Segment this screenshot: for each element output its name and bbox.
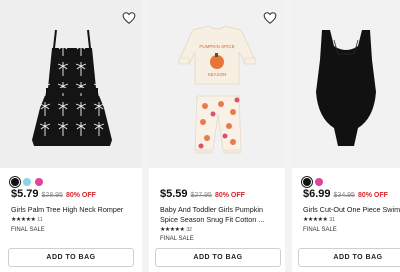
svg-text:SEASON: SEASON [208, 72, 227, 77]
price-row: $6.99 $34.95 80% OFF [303, 188, 388, 200]
heart-outline-icon[interactable] [263, 11, 277, 25]
product-card-palm-romper[interactable]: $5.79 $28.95 80% OFF Girls Palm Tree Hig… [0, 0, 142, 272]
review-count: 11 [37, 217, 43, 223]
product-card-pumpkin-pajamas[interactable]: PUMPKIN SPICE SEASON $5.59 $27.95 80% OF… [149, 0, 285, 272]
final-sale-label: FINAL SALE [160, 236, 194, 242]
swatch-pink[interactable] [315, 178, 323, 186]
swatch-black[interactable] [301, 176, 313, 188]
discount-label: 80% OFF [357, 192, 388, 199]
product-title[interactable]: Girls Palm Tree High Neck Romper [11, 205, 136, 215]
product-image-pajamas[interactable]: PUMPKIN SPICE SEASON [149, 0, 285, 168]
color-swatches [9, 176, 43, 188]
rating: ★★★★★ 31 [303, 216, 335, 223]
heart-outline-icon[interactable] [122, 11, 136, 25]
final-sale-label: FINAL SALE [11, 227, 45, 233]
product-title[interactable]: Girls Cut-Out One Piece Swimsuit [303, 205, 400, 215]
romper-illustration [32, 29, 112, 146]
original-price: $28.95 [41, 192, 63, 199]
product-image-swimsuit[interactable] [292, 0, 400, 168]
swatch-pink[interactable] [35, 178, 43, 186]
price-row: $5.79 $28.95 80% OFF [11, 188, 96, 200]
pajamas-illustration: PUMPKIN SPICE SEASON [178, 25, 256, 154]
discount-label: 80% OFF [214, 192, 245, 199]
review-count: 32 [186, 227, 192, 233]
star-rating-icon: ★★★★★ [303, 217, 328, 223]
sale-price: $5.59 [160, 188, 188, 200]
color-swatches [301, 176, 323, 188]
star-rating-icon: ★★★★★ [11, 217, 36, 223]
add-to-bag-button[interactable]: ADD TO BAG [155, 248, 281, 267]
product-card-swimsuit[interactable]: $6.99 $34.95 80% OFF Girls Cut-Out One P… [292, 0, 400, 272]
swatch-black[interactable] [9, 176, 21, 188]
star-rating-icon: ★★★★★ [160, 227, 185, 233]
review-count: 31 [329, 217, 335, 223]
product-title-line-2[interactable]: Spice Season Snug Fit Cotton ... [160, 215, 279, 225]
product-title-line-1[interactable]: Baby And Toddler Girls Pumpkin [160, 205, 279, 215]
rating: ★★★★★ 32 [160, 226, 192, 233]
rating: ★★★★★ 11 [11, 216, 43, 223]
add-to-bag-button[interactable]: ADD TO BAG [298, 248, 400, 267]
swatch-light-blue[interactable] [23, 178, 31, 186]
sale-price: $5.79 [11, 188, 39, 200]
add-to-bag-button[interactable]: ADD TO BAG [8, 248, 134, 267]
original-price: $27.95 [190, 192, 212, 199]
svg-text:PUMPKIN SPICE: PUMPKIN SPICE [199, 44, 234, 49]
discount-label: 80% OFF [65, 192, 96, 199]
swimsuit-illustration [316, 30, 376, 146]
original-price: $34.95 [333, 192, 355, 199]
price-row: $5.59 $27.95 80% OFF [160, 188, 245, 200]
final-sale-label: FINAL SALE [303, 227, 337, 233]
product-image-romper[interactable] [0, 0, 142, 168]
sale-price: $6.99 [303, 188, 331, 200]
